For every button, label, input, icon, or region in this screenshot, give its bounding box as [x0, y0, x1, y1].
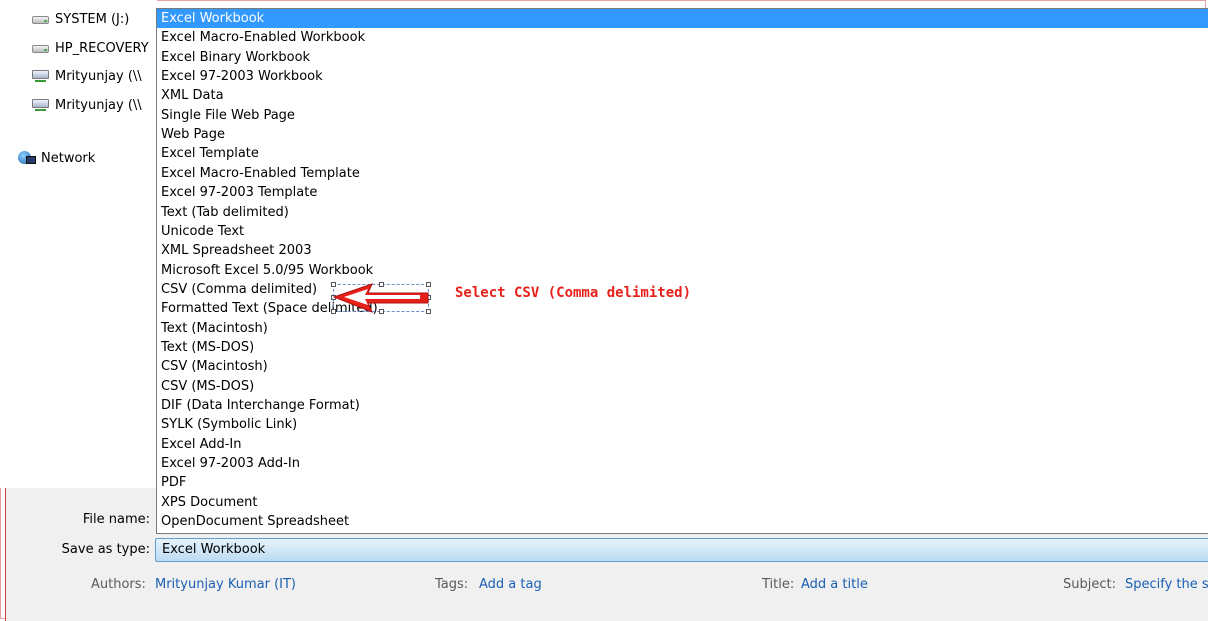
annotation-instruction: Select CSV (Comma delimited): [455, 285, 692, 301]
file-name-label: File name:: [82, 512, 150, 527]
navigation-pane: SYSTEM (J:) HP_RECOVERY Mrityunjay (\\ M…: [0, 0, 157, 488]
dropdown-option[interactable]: Excel Macro-Enabled Workbook: [157, 28, 1208, 47]
dropdown-option[interactable]: SYLK (Symbolic Link): [157, 415, 1208, 434]
nav-item-label: SYSTEM (J:): [55, 11, 130, 27]
dropdown-option[interactable]: Excel 97-2003 Workbook: [157, 67, 1208, 86]
dropdown-option[interactable]: Formatted Text (Space delimited): [157, 299, 1208, 318]
dropdown-option[interactable]: Text (MS-DOS): [157, 338, 1208, 357]
title-label: Title:: [762, 577, 795, 592]
dropdown-option[interactable]: PDF: [157, 473, 1208, 492]
network-drive-icon: [32, 69, 50, 83]
dropdown-option[interactable]: Excel 97-2003 Add-In: [157, 454, 1208, 473]
dropdown-option[interactable]: Excel Workbook: [157, 9, 1208, 29]
nav-item-label: Mrityunjay (\\: [55, 68, 142, 84]
nav-item-label: Mrityunjay (\\: [55, 97, 142, 113]
tags-label: Tags:: [435, 577, 469, 592]
drive-icon: [32, 12, 50, 26]
dropdown-option[interactable]: CSV (Macintosh): [157, 357, 1208, 376]
nav-item-system-drive[interactable]: SYSTEM (J:): [32, 9, 156, 29]
save-as-type-dropdown[interactable]: Excel Workbook Excel Macro-Enabled Workbo…: [156, 8, 1208, 534]
nav-item-network[interactable]: Network: [18, 148, 142, 168]
nav-item-label: HP_RECOVERY: [55, 40, 149, 56]
save-as-type-select[interactable]: Excel Workbook: [155, 538, 1208, 562]
dropdown-option[interactable]: XML Spreadsheet 2003: [157, 241, 1208, 260]
dropdown-option[interactable]: XPS Document: [157, 493, 1208, 512]
nav-item-hp-recovery[interactable]: HP_RECOVERY: [32, 38, 156, 58]
dropdown-option[interactable]: Excel 97-2003 Template: [157, 183, 1208, 202]
tags-value[interactable]: Add a tag: [479, 577, 542, 592]
dropdown-option[interactable]: Excel Binary Workbook: [157, 48, 1208, 67]
red-arrow-icon: [332, 283, 429, 313]
save-as-type-label: Save as type:: [61, 542, 150, 557]
dropdown-option[interactable]: Text (Macintosh): [157, 319, 1208, 338]
nav-item-label: Network: [41, 150, 96, 166]
dropdown-option[interactable]: Excel Template: [157, 144, 1208, 163]
network-drive-icon: [32, 98, 50, 112]
authors-label: Authors:: [91, 577, 146, 592]
dropdown-option[interactable]: Excel Add-In: [157, 435, 1208, 454]
dropdown-option[interactable]: Unicode Text: [157, 222, 1208, 241]
dropdown-option[interactable]: XML Data: [157, 86, 1208, 105]
nav-item-network-drive-2[interactable]: Mrityunjay (\\: [32, 95, 156, 115]
subject-label: Subject:: [1063, 577, 1116, 592]
dropdown-option[interactable]: OpenDocument Spreadsheet: [157, 512, 1208, 531]
dropdown-option[interactable]: DIF (Data Interchange Format): [157, 396, 1208, 415]
authors-value[interactable]: Mrityunjay Kumar (IT): [155, 577, 296, 592]
dropdown-option[interactable]: Microsoft Excel 5.0/95 Workbook: [157, 261, 1208, 280]
dropdown-option[interactable]: Excel Macro-Enabled Template: [157, 164, 1208, 183]
dropdown-option[interactable]: CSV (MS-DOS): [157, 377, 1208, 396]
title-value[interactable]: Add a title: [801, 577, 868, 592]
nav-item-network-drive-1[interactable]: Mrityunjay (\\: [32, 66, 156, 86]
dropdown-option[interactable]: Single File Web Page: [157, 106, 1208, 125]
subject-value[interactable]: Specify the s: [1125, 577, 1208, 592]
save-as-type-value: Excel Workbook: [162, 542, 266, 557]
network-icon: [18, 151, 36, 165]
dropdown-option[interactable]: Web Page: [157, 125, 1208, 144]
dropdown-option[interactable]: Text (Tab delimited): [157, 203, 1208, 222]
drive-icon: [32, 41, 50, 55]
